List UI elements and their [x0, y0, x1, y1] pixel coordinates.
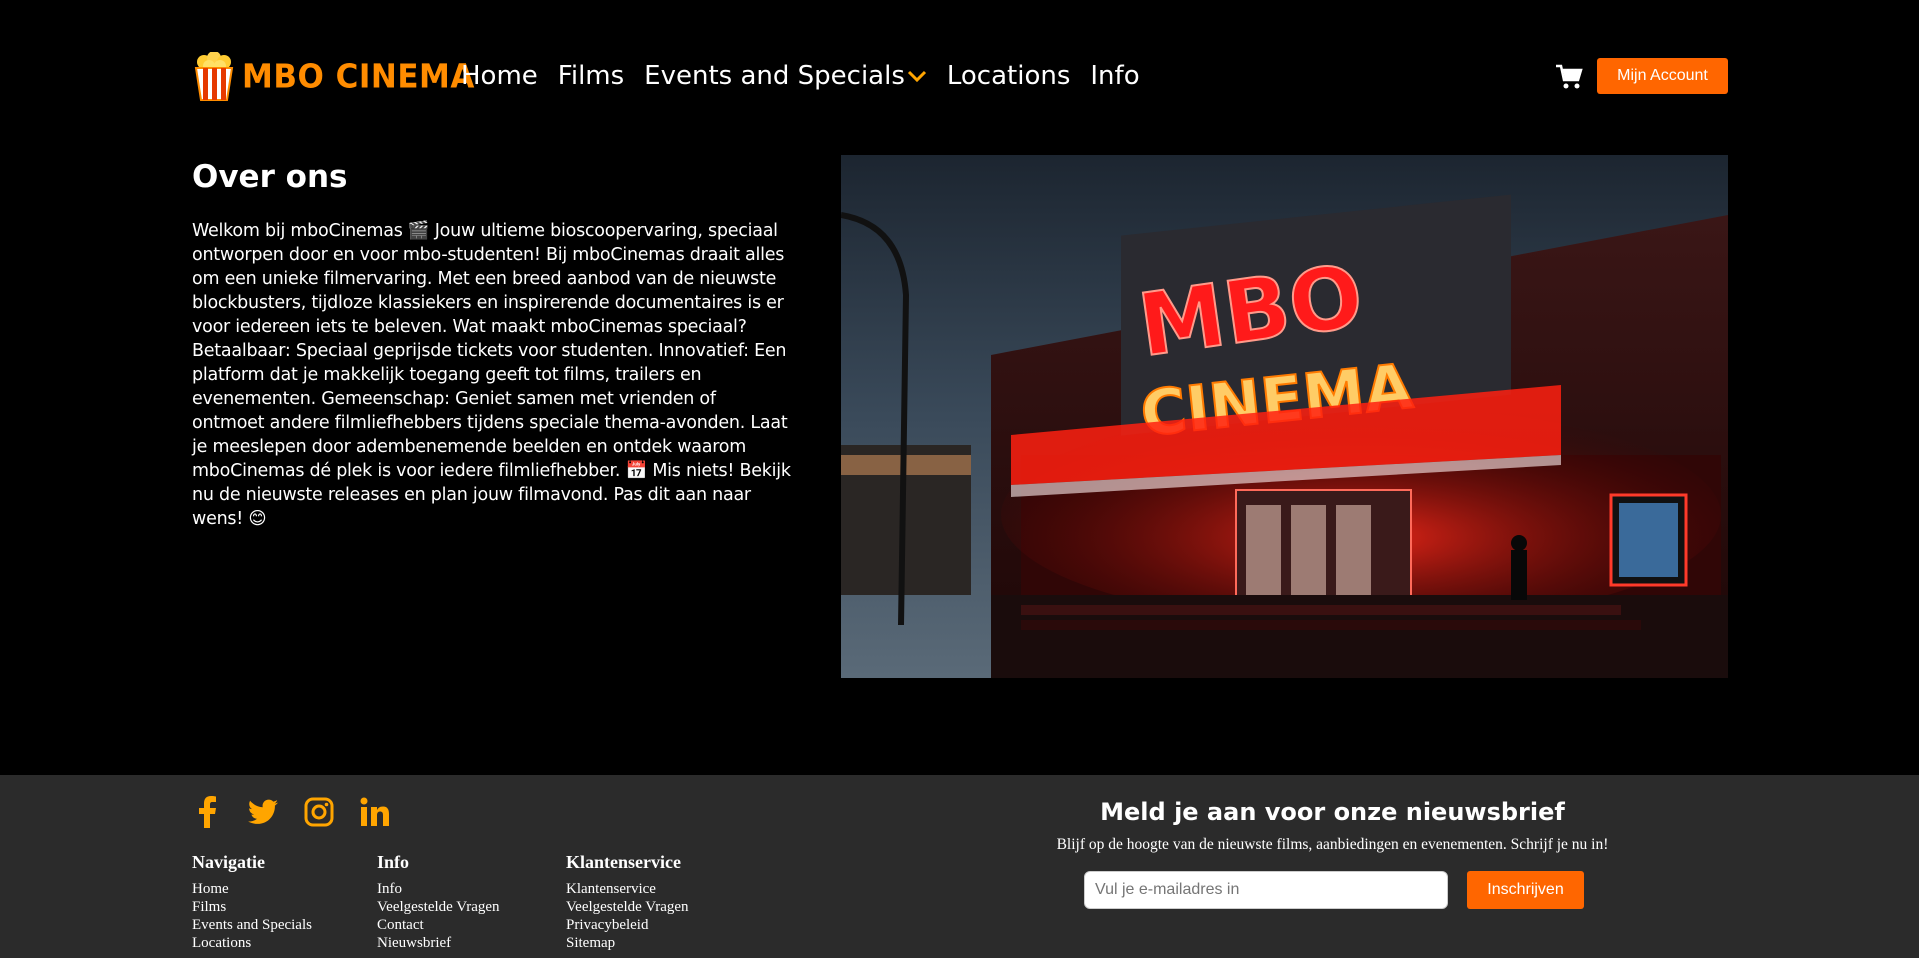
footer-link-contact[interactable]: Contact	[377, 916, 500, 934]
footer-col-title: Klantenservice	[566, 852, 681, 872]
social-links	[192, 795, 390, 829]
footer-link-films[interactable]: Films	[192, 898, 312, 916]
cinema-hero-image: MBO CINEMA	[841, 155, 1728, 678]
footer-link-customer-service[interactable]: Klantenservice	[566, 880, 689, 898]
footer-link-events[interactable]: Events and Specials	[192, 916, 312, 934]
footer-col-klantenservice: Klantenservice Klantenservice Veelgestel…	[566, 852, 689, 952]
about-section: Over ons Welkom bij mboCinemas 🎬 Jouw ul…	[192, 155, 792, 531]
footer-link-info[interactable]: Info	[377, 880, 500, 898]
cart-icon[interactable]	[1555, 64, 1583, 90]
nav-events-label: Events and Specials	[644, 61, 905, 91]
main-nav: Home Films Events and Specials Locations…	[461, 58, 1140, 94]
footer-link-faq[interactable]: Veelgestelde Vragen	[377, 898, 500, 916]
site-footer: Navigatie Home Films Events and Specials…	[0, 775, 1919, 958]
newsletter-title: Meld je aan voor onze nieuwsbrief	[1100, 798, 1565, 826]
newsletter-section: Meld je aan voor onze nieuwsbrief Blijf …	[1030, 795, 1635, 855]
footer-link-faq-2[interactable]: Veelgestelde Vragen	[566, 898, 689, 916]
footer-link-sitemap[interactable]: Sitemap	[566, 934, 689, 952]
footer-link-privacy[interactable]: Privacybeleid	[566, 916, 689, 934]
footer-col-navigatie: Navigatie Home Films Events and Specials…	[192, 852, 312, 952]
footer-col-title: Navigatie	[192, 852, 265, 872]
logo-text: MBO CINEMA	[242, 58, 475, 96]
page-title: Over ons	[192, 159, 348, 195]
linkedin-icon[interactable]	[360, 795, 390, 829]
footer-link-newsletter[interactable]: Nieuwsbrief	[377, 934, 500, 952]
site-logo[interactable]: MBO CINEMA	[192, 52, 475, 102]
facebook-icon[interactable]	[192, 795, 222, 829]
popcorn-icon	[194, 52, 234, 101]
footer-col-info: Info Info Veelgestelde Vragen Contact Ni…	[377, 852, 500, 952]
nav-info[interactable]: Info	[1090, 58, 1139, 94]
about-paragraph: Welkom bij mboCinemas 🎬 Jouw ultieme bio…	[192, 221, 791, 529]
nav-events-and-specials[interactable]: Events and Specials	[644, 58, 927, 94]
chevron-down-icon	[907, 69, 927, 83]
my-account-button[interactable]: Mijn Account	[1597, 58, 1728, 94]
instagram-icon[interactable]	[304, 795, 334, 829]
site-header: MBO CINEMA Home Films Events and Special…	[0, 0, 1919, 150]
footer-col-title: Info	[377, 852, 410, 872]
newsletter-email-input[interactable]	[1084, 871, 1448, 909]
footer-link-home[interactable]: Home	[192, 880, 312, 898]
newsletter-text: Blijf op de hoogte van de nieuwste films…	[1056, 836, 1609, 853]
nav-home[interactable]: Home	[461, 58, 538, 94]
twitter-icon[interactable]	[248, 795, 278, 829]
nav-locations[interactable]: Locations	[947, 58, 1071, 94]
subscribe-button[interactable]: Inschrijven	[1467, 871, 1584, 909]
footer-link-locations[interactable]: Locations	[192, 934, 312, 952]
nav-films[interactable]: Films	[558, 58, 624, 94]
